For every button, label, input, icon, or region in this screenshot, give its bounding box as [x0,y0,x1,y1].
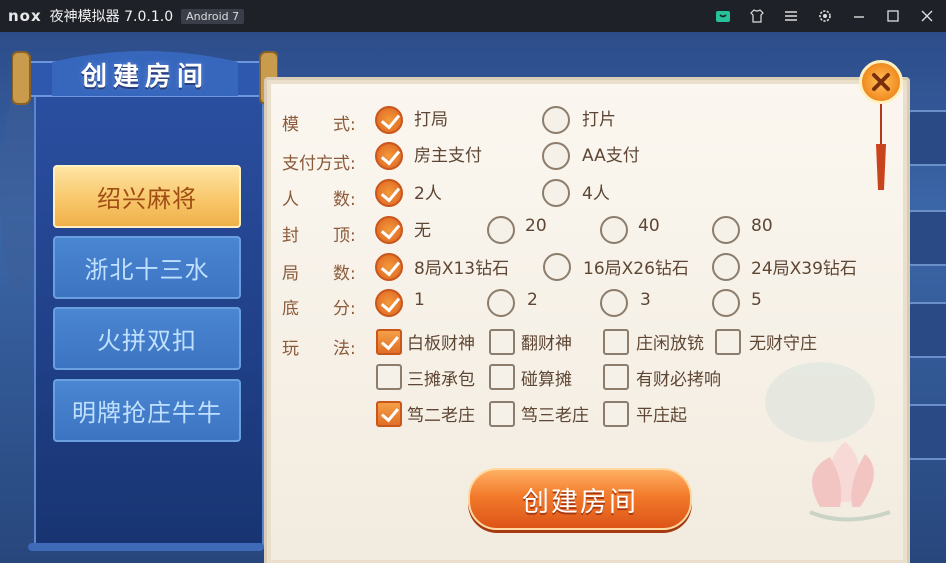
maximize-icon[interactable] [884,7,902,25]
menu-icon[interactable] [782,7,800,25]
scroll-bottom-edge [28,543,264,551]
mode-option-radio[interactable] [375,106,403,134]
payment-option-radio[interactable] [542,142,570,170]
players-option-label: 2人 [414,184,442,204]
rounds-option-label: 16局X26钻石 [583,259,689,279]
players-option-label: 4人 [582,184,610,204]
rule-checkbox[interactable] [376,329,402,355]
cap-option-radio[interactable] [487,216,515,244]
cap-option-radio[interactable] [375,216,403,244]
tab-zhebei-thirteen[interactable]: 浙北十三水 [53,236,241,299]
players-option-radio[interactable] [375,179,403,207]
rounds-option-radio[interactable] [543,253,571,281]
rule-checkbox[interactable] [376,364,402,390]
players-label: 人 数: [282,190,356,210]
base-score-label: 底 分: [282,299,356,319]
cap-option-label: 80 [751,216,773,236]
rule-label: 无财守庄 [749,334,817,354]
titlebar-controls [714,0,936,32]
cap-option-radio[interactable] [712,216,740,244]
rule-checkbox[interactable] [489,401,515,427]
rules-label: 玩 法: [282,339,356,359]
android-version-badge: Android 7 [181,8,245,24]
settings-icon[interactable] [816,7,834,25]
rule-checkbox[interactable] [603,329,629,355]
nox-logo-text: nox [8,7,42,25]
players-option-radio[interactable] [542,179,570,207]
rule-checkbox[interactable] [489,364,515,390]
close-x-icon [872,73,890,91]
payment-option-label: AA支付 [582,146,640,166]
close-dialog-button[interactable] [859,60,903,104]
cap-option-label: 40 [638,216,660,236]
mode-option-label: 打局 [414,110,448,130]
tab-mingpai-niuniu[interactable]: 明牌抢庄牛牛 [53,379,241,442]
mode-option-radio[interactable] [542,106,570,134]
side-menu-button[interactable] [904,404,946,460]
emulator-titlebar: nox 夜神模拟器 7.0.1.0 Android 7 [0,0,946,32]
mode-option-label: 打片 [582,110,616,130]
base-option-radio[interactable] [487,289,515,317]
create-room-button[interactable]: 创建房间 [468,468,692,530]
rule-checkbox[interactable] [603,364,629,390]
store-icon[interactable] [714,7,732,25]
payment-option-radio[interactable] [375,142,403,170]
nox-logo: nox [8,7,42,25]
base-option-radio[interactable] [375,289,403,317]
base-option-radio[interactable] [712,289,740,317]
cap-option-radio[interactable] [600,216,628,244]
app-title: 夜神模拟器 7.0.1.0 [49,9,174,25]
payment-option-label: 房主支付 [414,146,482,166]
rule-checkbox[interactable] [376,401,402,427]
rule-label: 翻财神 [521,334,572,354]
lotus-illustration [765,362,891,522]
close-icon[interactable] [918,7,936,25]
skin-icon[interactable] [748,7,766,25]
rounds-option-radio[interactable] [712,253,740,281]
side-menu-button[interactable] [904,110,946,166]
rounds-label: 局 数: [282,264,356,284]
base-option-label: 3 [640,290,651,310]
base-option-radio[interactable] [600,289,628,317]
rule-label: 笃二老庄 [407,406,475,426]
mode-label: 模 式: [282,115,356,135]
rule-label: 三摊承包 [407,370,475,390]
rounds-option-radio[interactable] [375,253,403,281]
rule-label: 有财必拷响 [636,370,721,390]
rule-label: 碰算摊 [521,370,572,390]
rule-checkbox[interactable] [715,329,741,355]
minimize-icon[interactable] [850,7,868,25]
rule-checkbox[interactable] [489,329,515,355]
rounds-option-label: 24局X39钻石 [751,259,857,279]
base-option-label: 2 [527,290,538,310]
panel-title: 创建房间 [80,62,209,92]
rule-label: 白板财神 [407,334,475,354]
rule-label: 平庄起 [636,406,687,426]
tab-huopin-shuangkou[interactable]: 火拼双扣 [53,307,241,370]
rule-label: 庄闲放铳 [636,334,704,354]
side-menu-button[interactable] [904,302,946,358]
tassel-decoration [876,104,886,190]
game-screen: 创建房间 绍兴麻将 浙北十三水 火拼双扣 明牌抢庄牛牛 模 式: 打局 打片 支… [0,32,946,563]
base-option-label: 1 [414,290,425,310]
rounds-option-label: 8局X13钻石 [414,259,510,279]
cap-option-label: 无 [414,221,431,241]
rule-checkbox[interactable] [603,401,629,427]
payment-label: 支付方式: [282,154,356,174]
rule-label: 笃三老庄 [521,406,589,426]
tab-shaoxing-mahjong[interactable]: 绍兴麻将 [53,165,241,228]
cap-label: 封 顶: [282,226,356,246]
base-option-label: 5 [751,290,762,310]
side-menu-button[interactable] [904,210,946,266]
cap-option-label: 20 [525,216,547,236]
